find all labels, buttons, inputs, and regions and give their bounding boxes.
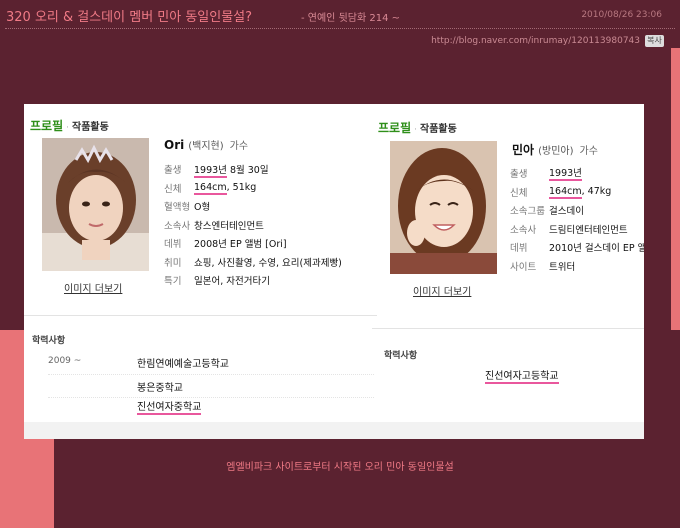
right-edu-title: 학력사항 — [384, 351, 418, 361]
right-info-row: 소속사 드림티엔터테인먼트 — [510, 220, 644, 239]
right-info-value: 2010년 걸스데이 EP 앨 — [549, 243, 644, 255]
right-info-label: 출생 — [510, 169, 528, 181]
left-tab-separator: · — [66, 123, 69, 133]
left-info-list: 출생 1993년 8월 30일 신체 164cm, 51kg 혈액형 O형 소속사 창스엔터테… — [164, 160, 342, 290]
left-edu-school-2[interactable]: 봉은중학교 — [137, 379, 183, 394]
right-info-highlight: 1993년 — [549, 167, 582, 181]
right-info-row: 신체 164cm, 47kg — [510, 183, 644, 202]
right-info-value: 걸스데이 — [549, 206, 584, 218]
left-info-row: 데뷔 2008년 EP 앨범 [Ori] — [164, 234, 342, 253]
right-section-divider — [372, 328, 644, 329]
right-info-row: 데뷔 2010년 걸스데이 EP 앨 — [510, 238, 644, 257]
right-edu-school-1[interactable]: 진선여자고등학교 — [485, 371, 559, 384]
left-edu-school-3-text: 진선여자중학교 — [137, 402, 202, 415]
right-info-value: 1993년 — [549, 167, 582, 181]
right-info-label: 소속사 — [510, 224, 537, 236]
left-info-value: 쇼핑, 사진촬영, 수영, 요리(제과제빵) — [194, 257, 342, 269]
pink-right-block — [671, 48, 680, 330]
title-divider — [5, 28, 675, 29]
right-info-value[interactable]: 트위터 — [549, 259, 575, 273]
left-info-label: 특기 — [164, 276, 182, 288]
right-info-value: 164cm, 47kg — [549, 186, 612, 200]
left-info-label: 소속사 — [164, 220, 191, 232]
right-more-images-link[interactable]: 이미지 더보기 — [413, 283, 471, 298]
left-job: 가수 — [229, 141, 249, 152]
left-info-label: 취미 — [164, 257, 182, 269]
left-realname: (백지현) — [188, 141, 224, 152]
edu-row-divider — [48, 397, 374, 398]
left-edu-school-3[interactable]: 진선여자중학교 — [137, 402, 202, 415]
copy-url-button[interactable]: 복사 — [645, 35, 664, 47]
right-info-label: 사이트 — [510, 261, 537, 273]
right-info-highlight: 164cm — [549, 186, 582, 200]
right-tab-separator: · — [414, 125, 417, 135]
right-job: 가수 — [579, 146, 598, 157]
left-tab-works[interactable]: 작품활동 — [72, 122, 109, 133]
right-info-value: 드림티엔터테인먼트 — [549, 224, 628, 236]
left-info-row: 취미 쇼핑, 사진촬영, 수영, 요리(제과제빵) — [164, 253, 342, 272]
left-info-row: 신체 164cm, 51kg — [164, 179, 342, 198]
left-info-row: 혈액형 O형 — [164, 197, 342, 216]
left-edu-year: 2009 ~ — [48, 356, 82, 366]
right-info-row: 사이트 트위터 — [510, 257, 644, 276]
right-info-label: 신체 — [510, 187, 528, 199]
post-title[interactable]: 320 오리 & 걸스데이 멤버 민아 동일인물설? — [6, 6, 252, 25]
left-info-value: 창스엔터테인먼트 — [194, 220, 264, 232]
right-info-row: 소속그룹 걸스데이 — [510, 201, 644, 220]
left-info-value: 일본어, 자전거타기 — [194, 276, 270, 288]
right-tab-works[interactable]: 작품활동 — [420, 124, 457, 135]
right-edu-school-1-text: 진선여자고등학교 — [485, 371, 559, 384]
left-section-divider — [24, 315, 377, 316]
post-category[interactable]: - 연예인 뒷담화 214 ~ — [301, 9, 400, 24]
left-edu-school-1[interactable]: 한림연예예술고등학교 — [137, 355, 229, 370]
post-url[interactable]: http://blog.naver.com/inrumay/1201139807… — [431, 36, 640, 46]
ori-photo[interactable] — [42, 138, 149, 271]
right-tab-profile[interactable]: 프로필 — [378, 121, 411, 135]
left-info-highlight: 1993년 — [194, 165, 227, 179]
post-date: 2010/08/26 23:06 — [581, 10, 662, 20]
left-info-value: 164cm, 51kg — [194, 182, 257, 196]
mina-photo[interactable] — [390, 141, 497, 274]
left-name: Ori — [164, 138, 185, 152]
left-info-row: 소속사 창스엔터테인먼트 — [164, 216, 342, 235]
left-info-label: 신체 — [164, 183, 182, 195]
left-info-highlight: 164cm — [194, 182, 227, 196]
left-more-images-link[interactable]: 이미지 더보기 — [64, 280, 122, 295]
right-name: 민아 — [512, 143, 535, 157]
left-info-label: 데뷔 — [164, 239, 182, 251]
right-info-label: 소속그룹 — [510, 206, 545, 218]
left-info-value: 2008년 EP 앨범 [Ori] — [194, 239, 287, 251]
left-tab-profile[interactable]: 프로필 — [30, 119, 63, 133]
right-realname: (방민아) — [538, 146, 574, 157]
left-info-value: O형 — [194, 202, 211, 214]
right-info-label: 데뷔 — [510, 243, 528, 255]
right-info-list: 출생 1993년신체 164cm, 47kg 소속그룹 걸스데이소속사 드림티엔터테인먼트… — [510, 164, 644, 275]
left-info-value: 1993년 8월 30일 — [194, 165, 269, 179]
left-info-label: 혈액형 — [164, 202, 191, 214]
right-name-line: 민아 (방민아) 가수 — [512, 141, 598, 158]
left-info-row: 출생 1993년 8월 30일 — [164, 160, 342, 179]
right-info-row: 출생 1993년 — [510, 164, 644, 183]
left-profile-tabs: 프로필 · 작품활동 — [30, 115, 109, 134]
left-info-label: 출생 — [164, 165, 182, 177]
left-name-line: Ori (백지현) 가수 — [164, 137, 248, 152]
left-edu-title: 학력사항 — [32, 336, 66, 346]
left-info-row: 특기 일본어, 자전거타기 — [164, 271, 342, 290]
card-bottom-band — [24, 422, 644, 439]
profile-comparison-image: 프로필 · 작품활동 이미지 더보기 Ori (백지현) 가수 출생 1993년 8월 3… — [24, 104, 644, 439]
edu-row-divider — [48, 374, 374, 375]
image-caption: 엠엘비파크 사이트로부터 시작된 오리 민아 동일인물설 — [226, 462, 454, 473]
right-profile-tabs: 프로필 · 작품활동 — [378, 117, 457, 136]
